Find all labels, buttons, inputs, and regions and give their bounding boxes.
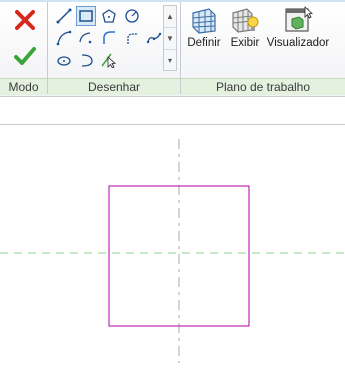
drawing-canvas[interactable] bbox=[0, 124, 345, 363]
partial-ellipse-icon bbox=[81, 54, 93, 67]
polygon-tool-icon bbox=[102, 9, 116, 23]
definir-button[interactable]: Definir bbox=[185, 5, 223, 49]
spline-icon bbox=[146, 32, 162, 44]
pick-lines-tool[interactable] bbox=[99, 50, 119, 70]
tangent-arc-icon bbox=[103, 31, 115, 44]
red-x-icon bbox=[15, 10, 35, 30]
viewer-window-icon bbox=[285, 6, 313, 32]
draw-panel: ▲ ▼ ▾ bbox=[48, 0, 180, 78]
mode-panel bbox=[0, 0, 48, 78]
finish-button[interactable] bbox=[13, 44, 37, 68]
start-end-arc-icon bbox=[56, 30, 72, 46]
rectangle-tool[interactable] bbox=[76, 6, 96, 26]
scroll-up-icon[interactable]: ▲ bbox=[164, 6, 176, 28]
circle-tool-icon bbox=[125, 9, 139, 23]
polygon-tool[interactable] bbox=[99, 6, 119, 26]
exibir-button[interactable]: Exibir bbox=[227, 5, 263, 49]
grid-plane-icon bbox=[192, 8, 216, 34]
gallery-expand-icon[interactable]: ▾ bbox=[164, 50, 176, 71]
fillet-arc-icon bbox=[127, 33, 138, 44]
visualizador-label: Visualizador bbox=[266, 37, 330, 49]
line-tool[interactable] bbox=[54, 6, 74, 26]
ellipse-tool[interactable] bbox=[54, 50, 74, 70]
tangent-arc-tool[interactable] bbox=[99, 28, 119, 48]
fillet-arc-tool[interactable] bbox=[122, 28, 142, 48]
ellipse-icon bbox=[57, 56, 71, 66]
definir-label: Definir bbox=[187, 37, 221, 49]
mode-panel-label: Modo bbox=[0, 78, 47, 95]
workplane-panel-label: Plano de trabalho bbox=[181, 78, 345, 95]
rectangle-tool-icon bbox=[79, 10, 93, 22]
center-end-arc-tool[interactable] bbox=[76, 28, 96, 48]
center-end-arc-icon bbox=[79, 32, 92, 44]
exibir-label: Exibir bbox=[230, 37, 260, 49]
visualizador-button[interactable]: Visualizador bbox=[265, 5, 331, 49]
green-check-icon bbox=[14, 47, 36, 65]
cancel-button[interactable] bbox=[13, 8, 37, 32]
partial-ellipse-tool[interactable] bbox=[76, 50, 96, 70]
grid-lightbulb-icon bbox=[232, 8, 259, 33]
line-tool-icon bbox=[56, 8, 72, 24]
start-end-arc-tool[interactable] bbox=[54, 28, 74, 48]
circle-tool[interactable] bbox=[122, 6, 142, 26]
workplane-panel: Definir Exibir Visualizador bbox=[181, 0, 345, 78]
pick-lines-icon bbox=[101, 53, 117, 68]
spline-tool[interactable] bbox=[144, 28, 164, 48]
ribbon: Modo ▲ ▼ ▾ Desenhar Definir Exibir Visua… bbox=[0, 0, 345, 97]
drawing-area[interactable] bbox=[0, 125, 345, 363]
draw-gallery-scroll[interactable]: ▲ ▼ ▾ bbox=[163, 5, 177, 71]
scroll-down-icon[interactable]: ▼ bbox=[164, 28, 176, 50]
draw-panel-label: Desenhar bbox=[48, 78, 180, 95]
